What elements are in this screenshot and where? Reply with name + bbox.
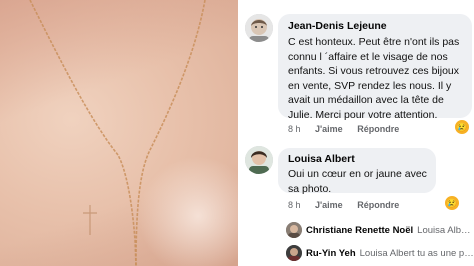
like-button[interactable]: J'aime bbox=[315, 124, 343, 134]
reply-author[interactable]: Ru-Yin Yeh bbox=[306, 248, 356, 259]
avatar-ru-yin[interactable] bbox=[286, 245, 302, 261]
reply-author[interactable]: Christiane Renette Noël bbox=[306, 225, 413, 236]
comments-panel: Jean-Denis Lejeune C est honteux. Peut ê… bbox=[238, 0, 474, 266]
avatar-louisa[interactable] bbox=[245, 146, 273, 174]
avatar-christiane[interactable] bbox=[286, 222, 302, 238]
comment-text: Oui un cœur en or jaune avec sa photo. bbox=[288, 168, 427, 195]
sad-reaction-icon[interactable]: 😢 bbox=[454, 119, 470, 135]
avatar-face-icon bbox=[286, 245, 302, 261]
sad-reaction-icon[interactable]: 😢 bbox=[444, 195, 460, 211]
comment-author[interactable]: Louisa Albert bbox=[288, 153, 428, 165]
avatar-face-icon bbox=[245, 14, 273, 42]
avatar-face-icon bbox=[286, 222, 302, 238]
post-photo[interactable] bbox=[0, 0, 238, 266]
avatar-jean-denis[interactable] bbox=[245, 14, 273, 42]
comment-bubble: Louisa Albert Oui un cœur en or jaune av… bbox=[278, 148, 436, 195]
reply-preview[interactable]: Ru-Yin Yeh Louisa Albert tu as une pho..… bbox=[286, 245, 474, 261]
comment-bubble: Jean-Denis Lejeune C est honteux. Peut ê… bbox=[278, 14, 472, 121]
reply-snippet: Louisa Albert tu as une pho... bbox=[359, 247, 474, 259]
necklace-chain bbox=[29, 0, 206, 266]
comment-author[interactable]: Jean-Denis Lejeune bbox=[288, 20, 464, 32]
sad-emoji: 😢 bbox=[446, 197, 458, 208]
sad-emoji: 😢 bbox=[456, 121, 468, 132]
comment-text: C est honteux. Peut être n'ont ils pas c… bbox=[288, 36, 460, 121]
comment-time[interactable]: 8 h bbox=[288, 200, 301, 210]
reply-button[interactable]: Répondre bbox=[357, 200, 399, 210]
reply-button[interactable]: Répondre bbox=[357, 124, 399, 134]
reply-preview[interactable]: Christiane Renette Noël Louisa Alber... bbox=[286, 222, 474, 238]
comment-actions: 8 h J'aime Répondre bbox=[288, 124, 411, 134]
reply-snippet: Louisa Alber... bbox=[417, 224, 474, 236]
like-button[interactable]: J'aime bbox=[315, 200, 343, 210]
comment-actions: 8 h J'aime Répondre bbox=[288, 200, 411, 210]
comment-time[interactable]: 8 h bbox=[288, 124, 301, 134]
avatar-face-icon bbox=[245, 146, 273, 174]
